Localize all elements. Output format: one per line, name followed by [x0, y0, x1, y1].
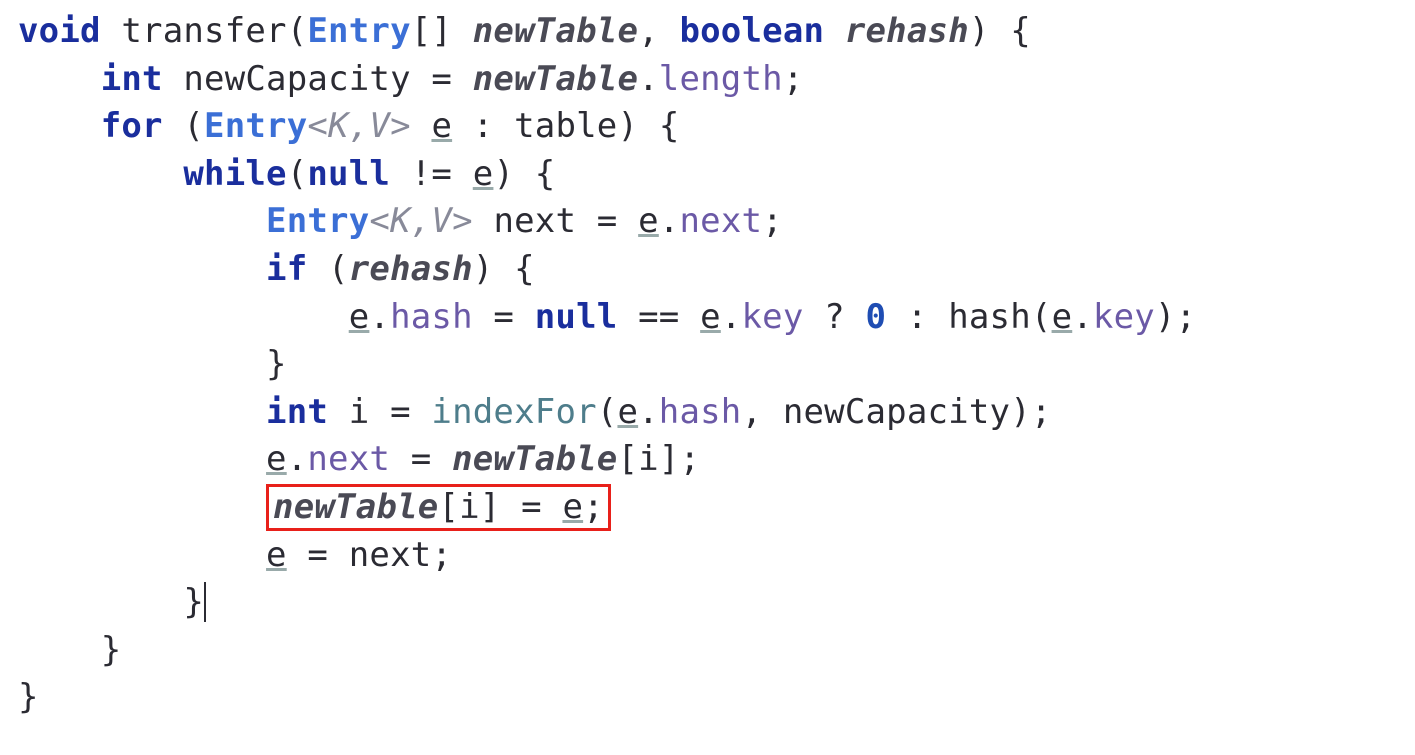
code-line-6: if (rehash) {	[18, 249, 535, 289]
code-line-9: int i = indexFor(e.hash, newCapacity);	[18, 392, 1052, 432]
code-line-1: void transfer(Entry[] newTable, boolean …	[18, 11, 1031, 51]
code-line-12: e = next;	[18, 535, 452, 575]
code-line-15: }	[18, 677, 39, 717]
code-line-14: }	[18, 630, 121, 670]
code-line-3: for (Entry<K,V> e : table) {	[18, 106, 680, 146]
code-line-4: while(null != e) {	[18, 154, 555, 194]
code-block: void transfer(Entry[] newTable, boolean …	[0, 0, 1415, 742]
code-line-8: }	[18, 344, 287, 384]
code-line-5: Entry<K,V> next = e.next;	[18, 201, 783, 241]
code-line-10: e.next = newTable[i];	[18, 439, 700, 479]
cursor-position: }	[183, 582, 206, 622]
code-line-11: newTable[i] = e;	[18, 487, 611, 527]
code-line-2: int newCapacity = newTable.length;	[18, 59, 804, 99]
highlighted-line: newTable[i] = e;	[266, 484, 611, 531]
code-line-7: e.hash = null == e.key ? 0 : hash(e.key)…	[18, 297, 1196, 337]
code-line-13: }	[18, 582, 206, 622]
